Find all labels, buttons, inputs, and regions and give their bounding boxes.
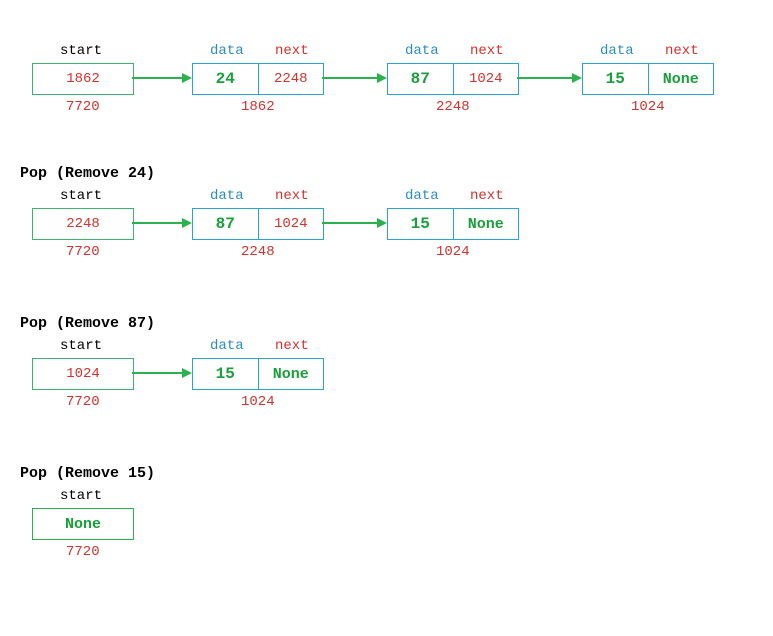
arrow-head-icon: [377, 73, 387, 83]
node-data: 15: [388, 209, 454, 239]
node-next-value: 1024: [469, 71, 503, 87]
arrow-head-icon: [182, 73, 192, 83]
node-data: 87: [388, 64, 454, 94]
next-column-label: next: [275, 188, 309, 204]
arrow-head-icon: [377, 218, 387, 228]
next-column-label: next: [470, 188, 504, 204]
start-value: None: [65, 516, 101, 533]
next-column-label: next: [275, 338, 309, 354]
arrow-line: [517, 77, 574, 79]
node-address: 2248: [436, 99, 470, 115]
list-node: 15 None: [582, 63, 714, 95]
node-next: 1024: [259, 209, 324, 239]
pop-caption: Pop (Remove 87): [20, 315, 155, 332]
start-address: 7720: [66, 544, 100, 560]
node-address: 1024: [631, 99, 665, 115]
data-column-label: data: [210, 338, 244, 354]
start-label: start: [60, 338, 102, 354]
start-label: start: [60, 488, 102, 504]
start-value: 1862: [66, 71, 100, 87]
data-column-label: data: [210, 188, 244, 204]
next-column-label: next: [665, 43, 699, 59]
node-data: 15: [583, 64, 649, 94]
list-node: 87 1024: [192, 208, 324, 240]
arrow-head-icon: [572, 73, 582, 83]
arrow-line: [132, 77, 184, 79]
start-box: 2248: [32, 208, 134, 240]
arrow-head-icon: [182, 218, 192, 228]
list-node: 24 2248: [192, 63, 324, 95]
node-next: 1024: [454, 64, 519, 94]
start-value: 2248: [66, 216, 100, 232]
node-address: 1024: [436, 244, 470, 260]
node-next-value: None: [273, 366, 309, 383]
node-next: None: [454, 209, 519, 239]
data-column-label: data: [600, 43, 634, 59]
next-column-label: next: [470, 43, 504, 59]
node-data: 24: [193, 64, 259, 94]
start-address: 7720: [66, 99, 100, 115]
start-box: 1862: [32, 63, 134, 95]
start-address: 7720: [66, 244, 100, 260]
start-address: 7720: [66, 394, 100, 410]
node-address: 2248: [241, 244, 275, 260]
start-value: 1024: [66, 366, 100, 382]
node-next: 2248: [259, 64, 324, 94]
list-node: 87 1024: [387, 63, 519, 95]
node-next: None: [649, 64, 714, 94]
node-address: 1862: [241, 99, 275, 115]
node-next-value: 2248: [274, 71, 308, 87]
data-column-label: data: [210, 43, 244, 59]
arrow-head-icon: [182, 368, 192, 378]
pop-caption: Pop (Remove 24): [20, 165, 155, 182]
arrow-line: [322, 77, 379, 79]
node-next-value: None: [663, 71, 699, 88]
node-next: None: [259, 359, 324, 389]
data-column-label: data: [405, 188, 439, 204]
arrow-line: [132, 372, 184, 374]
list-node: 15 None: [192, 358, 324, 390]
next-column-label: next: [275, 43, 309, 59]
start-label: start: [60, 43, 102, 59]
start-box: None: [32, 508, 134, 540]
start-label: start: [60, 188, 102, 204]
list-node: 15 None: [387, 208, 519, 240]
arrow-line: [322, 222, 379, 224]
linked-list-diagram: start 1862 7720 data next 24 2248 1862 data next 8…: [0, 0, 773, 636]
start-box: 1024: [32, 358, 134, 390]
node-data: 87: [193, 209, 259, 239]
node-next-value: 1024: [274, 216, 308, 232]
arrow-line: [132, 222, 184, 224]
node-data: 15: [193, 359, 259, 389]
pop-caption: Pop (Remove 15): [20, 465, 155, 482]
data-column-label: data: [405, 43, 439, 59]
node-next-value: None: [468, 216, 504, 233]
node-address: 1024: [241, 394, 275, 410]
